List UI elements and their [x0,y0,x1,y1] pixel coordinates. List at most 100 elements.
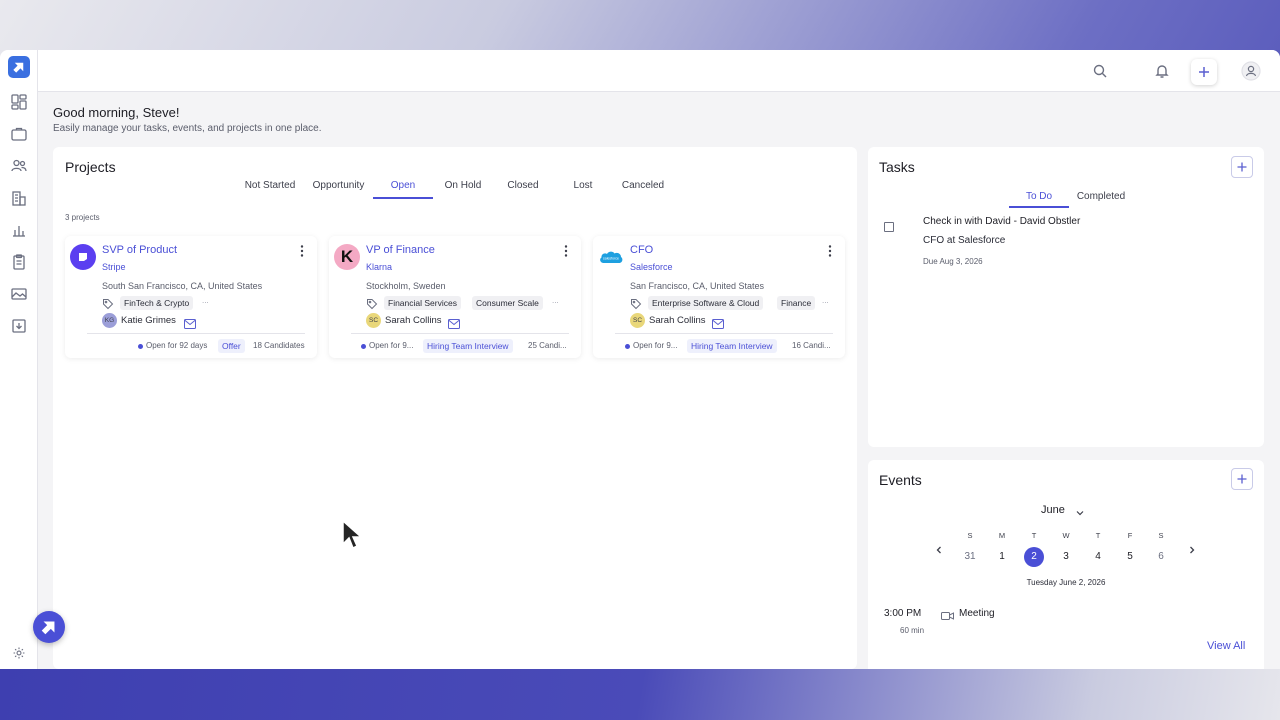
project-card[interactable]: salesforce CFO Salesforce San Francisco,… [593,236,845,358]
day-of-week: T [1031,531,1037,540]
project-owner: KG Katie Grimes [102,313,302,329]
more-menu-icon[interactable] [299,244,305,258]
mail-icon[interactable] [448,316,460,329]
briefcase-icon[interactable] [10,125,28,143]
day-number[interactable]: 4 [1088,547,1108,567]
user-avatar-button[interactable] [1241,61,1261,81]
avatar: SC [630,313,645,328]
projects-panel: Projects Not Started Opportunity Open On… [53,147,857,669]
events-title: Events [879,472,922,488]
events-panel: Events June S 31 M 1 T 2 W 3 T 4 F 5 S 6… [868,460,1264,669]
tab-opportunity[interactable]: Opportunity [311,180,366,199]
building-icon[interactable] [10,189,28,207]
calendar-day[interactable]: F 5 [1120,531,1140,567]
app-logo[interactable] [8,56,30,78]
add-event-button[interactable] [1231,468,1253,490]
tab-to-do[interactable]: To Do [1009,191,1069,208]
day-of-week: F [1127,531,1133,540]
month-selector[interactable]: June [1041,504,1065,516]
tag-icon [102,297,114,310]
card-divider [351,333,569,334]
owner-name: Katie Grimes [121,315,176,326]
card-footer: Open for 92 days Offer 18 Candidates [138,339,313,353]
chevron-down-icon[interactable] [1075,505,1085,516]
mouse-cursor-icon [342,519,363,550]
image-icon[interactable] [10,285,28,303]
create-new-button[interactable] [1191,59,1217,85]
greeting-subtitle: Easily manage your tasks, events, and pr… [53,123,322,134]
selected-date: Tuesday June 2, 2026 [1026,578,1106,587]
mail-icon[interactable] [184,316,196,329]
download-icon[interactable] [10,317,28,335]
calendar-day[interactable]: T 4 [1088,531,1108,567]
calendar-day[interactable]: T 2 [1024,531,1044,567]
day-number[interactable]: 3 [1056,547,1076,567]
industry-tag: Enterprise Software & Cloud [648,296,764,310]
avatar: SC [366,313,381,328]
task-checkbox[interactable] [884,222,894,232]
plus-icon [1237,474,1247,484]
search-icon[interactable] [1091,62,1109,80]
tab-completed[interactable]: Completed [1073,191,1129,208]
add-task-button[interactable] [1231,156,1253,178]
tab-closed[interactable]: Closed [504,180,542,199]
project-card[interactable]: K VP of Finance Klarna Stockholm, Sweden… [329,236,581,358]
tags-overflow: ... [202,296,209,305]
bell-icon[interactable] [1153,62,1171,80]
candidate-count: 16 Candi... [792,341,831,350]
project-company[interactable]: Klarna [366,262,392,272]
tab-on-hold[interactable]: On Hold [443,180,483,199]
project-location: Stockholm, Sweden [366,281,446,291]
status-dot [361,344,366,349]
day-number[interactable]: 1 [992,547,1012,567]
event-time: 3:00 PM [884,608,922,619]
more-menu-icon[interactable] [563,244,569,258]
day-of-week: S [967,531,973,540]
tab-canceled[interactable]: Canceled [620,180,666,199]
bar-chart-icon[interactable] [10,221,28,239]
day-of-week: S [1158,531,1164,540]
calendar-day[interactable]: S 31 [960,531,980,567]
people-icon[interactable] [10,157,28,175]
chevron-right-icon[interactable] [1187,542,1197,554]
sidebar [0,50,38,669]
mail-icon[interactable] [712,316,724,329]
calendar-day[interactable]: M 1 [992,531,1012,567]
project-title[interactable]: VP of Finance [366,244,435,256]
project-company[interactable]: Salesforce [630,262,673,272]
view-all-link[interactable]: View All [1207,640,1245,652]
calendar-day[interactable]: W 3 [1056,531,1076,567]
dashboard-icon[interactable] [10,93,28,111]
tab-open[interactable]: Open [373,180,433,199]
project-title[interactable]: SVP of Product [102,244,177,256]
day-number[interactable]: 5 [1120,547,1140,567]
card-divider [87,333,305,334]
event-name[interactable]: Meeting [959,608,995,619]
stripe-logo [70,244,96,270]
project-card[interactable]: SVP of Product Stripe South San Francisc… [65,236,317,358]
tab-not-started[interactable]: Not Started [244,180,296,199]
selected-day[interactable]: 2 [1024,547,1044,567]
project-company[interactable]: Stripe [102,262,126,272]
user-icon [1241,61,1261,81]
assistant-fab[interactable] [33,611,65,643]
project-tags: Enterprise Software & Cloud Finance ... [630,296,835,310]
salesforce-logo: salesforce [598,244,624,270]
project-title[interactable]: CFO [630,244,653,256]
task-title[interactable]: Check in with David - David Obstler [923,216,1080,227]
logo-icon [41,621,55,635]
clipboard-icon[interactable] [10,253,28,271]
tag-icon [630,297,642,310]
chevron-left-icon[interactable] [934,542,944,554]
plus-icon [1237,162,1247,172]
day-number[interactable]: 31 [960,547,980,567]
project-count: 3 projects [65,213,100,222]
owner-name: Sarah Collins [385,315,442,326]
gear-icon[interactable] [12,646,26,660]
day-number[interactable]: 6 [1151,547,1171,567]
app-window: Good morning, Steve! Easily manage your … [0,50,1280,669]
status-dot [625,344,630,349]
more-menu-icon[interactable] [827,244,833,258]
calendar-day[interactable]: S 6 [1151,531,1171,567]
tab-lost[interactable]: Lost [569,180,597,199]
